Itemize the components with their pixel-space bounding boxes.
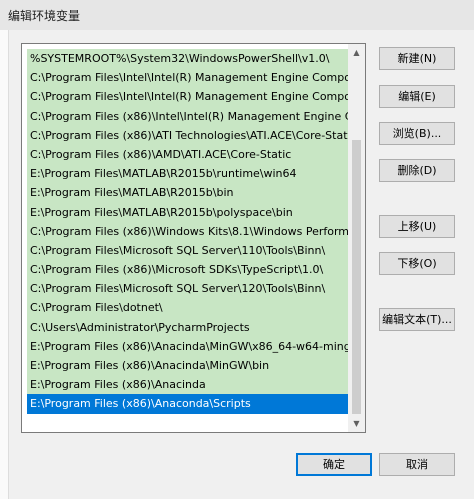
ok-button[interactable]: 确定 — [296, 453, 372, 476]
move-up-button[interactable]: 上移(U) — [379, 215, 455, 238]
background-window-edge — [0, 30, 9, 499]
path-list-item[interactable]: C:\Program Files (x86)\Windows Kits\8.1\… — [27, 221, 348, 241]
path-list-item[interactable]: C:\Program Files\Intel\Intel(R) Manageme… — [27, 68, 348, 88]
delete-button[interactable]: 删除(D) — [379, 159, 455, 182]
cancel-button[interactable]: 取消 — [379, 453, 455, 476]
path-list-item[interactable]: C:\Program Files\Microsoft SQL Server\11… — [27, 240, 348, 261]
path-list-item[interactable]: C:\Program Files (x86)\ATI Technologies\… — [27, 125, 348, 145]
path-list-item[interactable]: E:\Program Files\MATLAB\R2015b\runtime\w… — [27, 164, 348, 184]
scroll-down-arrow-icon[interactable]: ▼ — [348, 415, 365, 432]
vertical-scrollbar[interactable]: ▲ ▼ — [348, 44, 365, 432]
path-list-item[interactable]: C:\Program Files (x86)\Intel\Intel(R) Ma… — [27, 106, 348, 126]
path-list-item[interactable]: C:\Program Files\dotnet\ — [27, 298, 348, 318]
path-list-item[interactable]: E:\Program Files (x86)\Anacinda\MinGW\bi… — [27, 356, 348, 376]
path-list-item[interactable]: C:\Program Files\Intel\Intel(R) Manageme… — [27, 87, 348, 107]
path-list-item[interactable]: C:\Program Files\Microsoft SQL Server\12… — [27, 279, 348, 299]
path-list-item[interactable]: C:\Users\Administrator\PycharmProjects — [27, 317, 348, 337]
title-bar: 编辑环境变量 — [0, 0, 474, 30]
path-list-item[interactable]: C:\Program Files (x86)\AMD\ATI.ACE\Core-… — [27, 144, 348, 165]
path-list-item[interactable]: %SYSTEMROOT%\System32\WindowsPowerShell\… — [27, 49, 348, 69]
path-list: %SYSTEMROOT%\System32\WindowsPowerShell\… — [27, 49, 348, 414]
window-title: 编辑环境变量 — [8, 9, 81, 23]
edit-text-button[interactable]: 编辑文本(T)... — [379, 308, 455, 331]
new-button[interactable]: 新建(N) — [379, 47, 455, 70]
path-list-item[interactable]: E:\Program Files (x86)\Anacinda\MinGW\x8… — [27, 336, 348, 356]
browse-button[interactable]: 浏览(B)... — [379, 122, 455, 145]
path-list-item[interactable]: E:\Program Files (x86)\Anaconda\Scripts — [27, 394, 348, 414]
path-list-item[interactable]: C:\Program Files (x86)\Microsoft SDKs\Ty… — [27, 260, 348, 280]
path-list-item[interactable]: E:\Program Files\MATLAB\R2015b\polyspace… — [27, 202, 348, 222]
edit-button[interactable]: 编辑(E) — [379, 85, 455, 108]
move-down-button[interactable]: 下移(O) — [379, 252, 455, 275]
path-listbox[interactable]: %SYSTEMROOT%\System32\WindowsPowerShell\… — [21, 43, 366, 433]
path-list-item[interactable]: E:\Program Files\MATLAB\R2015b\bin — [27, 183, 348, 203]
path-list-item[interactable]: E:\Program Files (x86)\Anacinda — [27, 375, 348, 395]
scroll-up-arrow-icon[interactable]: ▲ — [348, 44, 365, 61]
scrollbar-thumb[interactable] — [352, 140, 361, 414]
